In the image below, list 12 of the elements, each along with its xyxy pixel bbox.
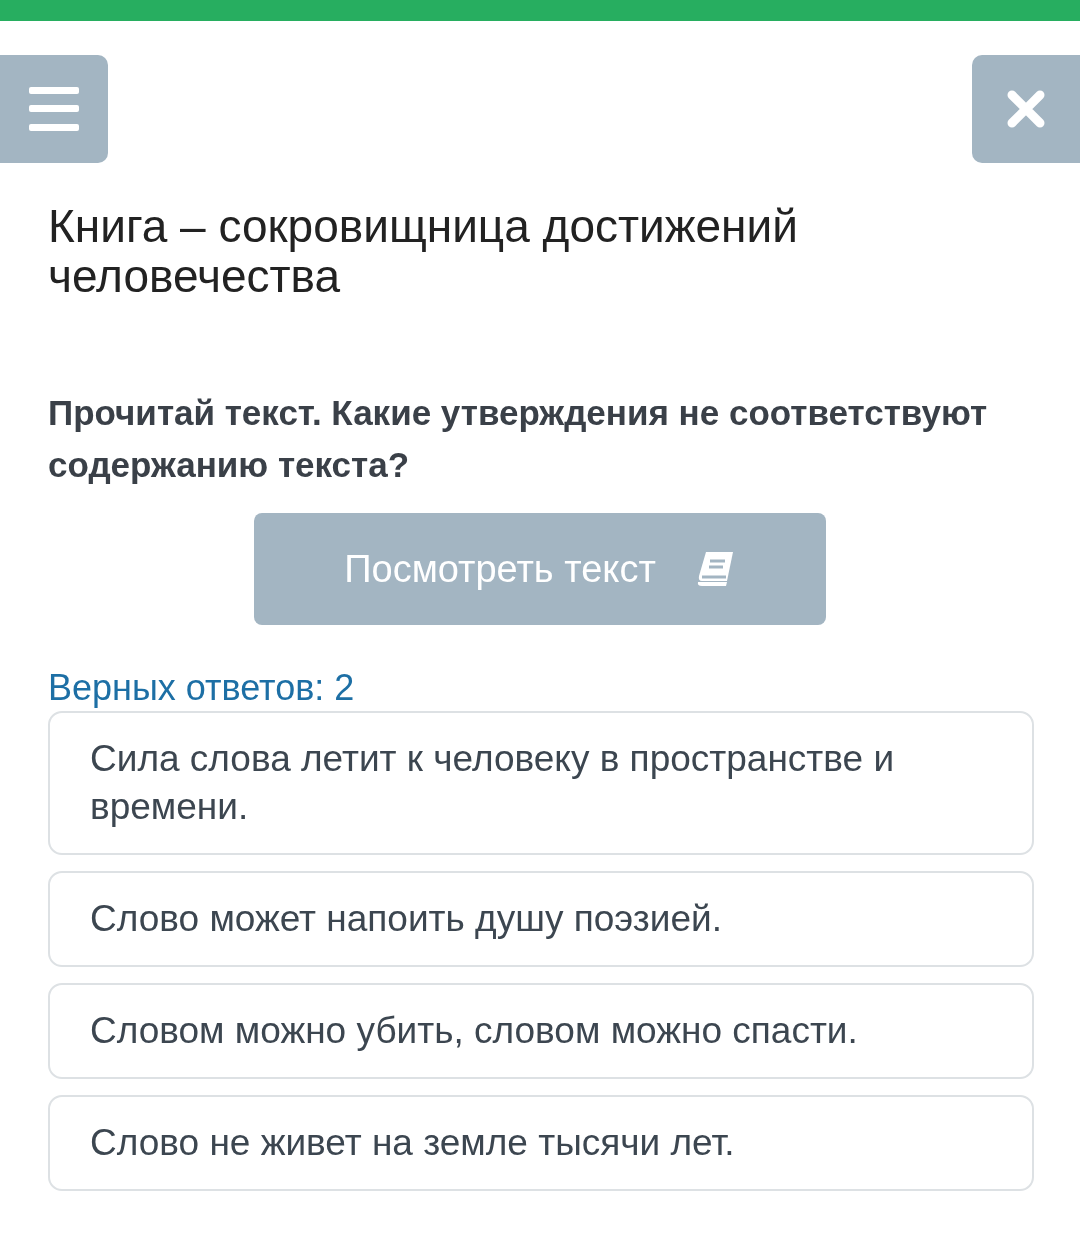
menu-icon	[29, 87, 79, 131]
lesson-title: Книга – сокровищница достижений человечества	[48, 201, 799, 301]
answer-option[interactable]: Слово не живет на земле тысячи лет.	[48, 1095, 1034, 1191]
answer-option[interactable]: Сила слова летит к человеку в пространстве и времени.	[48, 711, 1034, 855]
question-text: Прочитай текст. Какие утверждения не соответствуют содержанию текста?	[48, 392, 989, 486]
correct-answers-count: Верных ответов: 2	[48, 666, 356, 710]
close-icon	[1006, 89, 1046, 129]
close-button[interactable]	[972, 55, 1080, 163]
answer-option[interactable]: Слово может напоить душу поэзией.	[48, 871, 1034, 967]
book-icon	[695, 549, 736, 589]
menu-button[interactable]	[0, 55, 108, 163]
answer-option[interactable]: Словом можно убить, словом можно спасти.	[48, 983, 1034, 1079]
